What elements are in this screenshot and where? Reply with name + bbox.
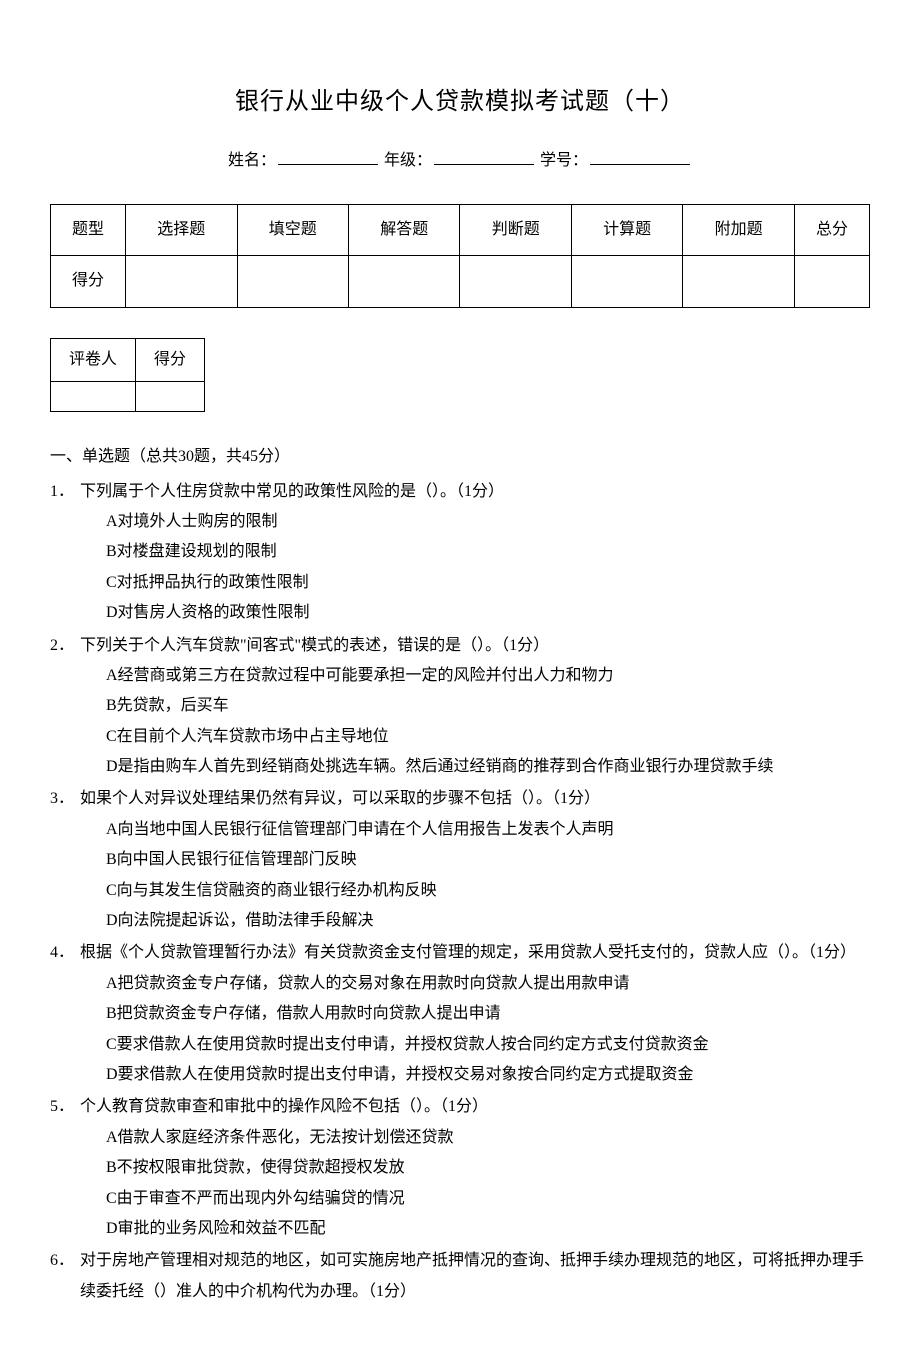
score-cell[interactable] [460, 256, 571, 307]
student-info-line: 姓名： 年级： 学号： [50, 146, 870, 176]
option: B对楼盘建设规划的限制 [106, 537, 870, 567]
option: C在目前个人汽车贷款市场中占主导地位 [106, 722, 870, 752]
question-line: 6．对于房地产管理相对规范的地区，如可实施房地产抵押情况的查询、抵押手续办理规范… [50, 1246, 870, 1307]
question-options: A借款人家庭经济条件恶化，无法按计划偿还贷款B不按权限审批贷款，使得贷款超授权发… [50, 1123, 870, 1245]
score-cell[interactable] [237, 256, 348, 307]
score-cell[interactable] [794, 256, 869, 307]
option: B不按权限审批贷款，使得贷款超授权发放 [106, 1153, 870, 1183]
score-row-label: 得分 [51, 256, 126, 307]
question-line: 2．下列关于个人汽车贷款"间客式"模式的表述，错误的是（）。（1分） [50, 631, 870, 661]
score-header-extra: 附加题 [683, 204, 794, 255]
question-options: A把贷款资金专户存储，贷款人的交易对象在用款时向贷款人提出用款申请B把贷款资金专… [50, 969, 870, 1091]
grader-header-person: 评卷人 [51, 338, 136, 381]
option: D要求借款人在使用贷款时提出支付申请，并授权交易对象按合同约定方式提取资金 [106, 1060, 870, 1090]
id-blank[interactable] [590, 149, 690, 165]
score-header-calc: 计算题 [571, 204, 682, 255]
question-options: A向当地中国人民银行征信管理部门申请在个人信用报告上发表个人声明B向中国人民银行… [50, 815, 870, 937]
grade-label: 年级： [384, 152, 432, 169]
option: B向中国人民银行征信管理部门反映 [106, 845, 870, 875]
score-header-choice: 选择题 [126, 204, 237, 255]
option: B把贷款资金专户存储，借款人用款时向贷款人提出申请 [106, 999, 870, 1029]
name-label: 姓名： [228, 152, 276, 169]
score-cell[interactable] [349, 256, 460, 307]
question-number: 2． [50, 631, 80, 661]
question-number: 6． [50, 1246, 80, 1276]
option: C对抵押品执行的政策性限制 [106, 568, 870, 598]
question: 3．如果个人对异议处理结果仍然有异议，可以采取的步骤不包括（）。（1分）A向当地… [50, 784, 870, 936]
question-line: 4．根据《个人贷款管理暂行办法》有关贷款资金支付管理的规定，采用贷款人受托支付的… [50, 938, 870, 968]
questions-container: 1．下列属于个人住房贷款中常见的政策性风险的是（）。（1分）A对境外人士购房的限… [50, 477, 870, 1308]
option: A把贷款资金专户存储，贷款人的交易对象在用款时向贷款人提出用款申请 [106, 969, 870, 999]
option: D是指由购车人首先到经销商处挑选车辆。然后通过经销商的推荐到合作商业银行办理贷款… [106, 752, 870, 782]
question-line: 3．如果个人对异议处理结果仍然有异议，可以采取的步骤不包括（）。（1分） [50, 784, 870, 814]
question: 5．个人教育贷款审查和审批中的操作风险不包括（）。（1分）A借款人家庭经济条件恶… [50, 1092, 870, 1244]
option: D对售房人资格的政策性限制 [106, 598, 870, 628]
score-header-judge: 判断题 [460, 204, 571, 255]
question: 2．下列关于个人汽车贷款"间客式"模式的表述，错误的是（）。（1分）A经营商或第… [50, 631, 870, 783]
question-number: 5． [50, 1092, 80, 1122]
score-table-value-row: 得分 [51, 256, 870, 307]
grader-score-cell[interactable] [136, 382, 205, 412]
question: 6．对于房地产管理相对规范的地区，如可实施房地产抵押情况的查询、抵押手续办理规范… [50, 1246, 870, 1307]
option: D向法院提起诉讼，借助法律手段解决 [106, 906, 870, 936]
score-header-type: 题型 [51, 204, 126, 255]
score-header-answer: 解答题 [349, 204, 460, 255]
score-table-header-row: 题型 选择题 填空题 解答题 判断题 计算题 附加题 总分 [51, 204, 870, 255]
name-blank[interactable] [278, 149, 378, 165]
question-text: 如果个人对异议处理结果仍然有异议，可以采取的步骤不包括（）。（1分） [80, 784, 870, 814]
question-number: 3． [50, 784, 80, 814]
option: C向与其发生信贷融资的商业银行经办机构反映 [106, 876, 870, 906]
question: 1．下列属于个人住房贷款中常见的政策性风险的是（）。（1分）A对境外人士购房的限… [50, 477, 870, 629]
exam-title: 银行从业中级个人贷款模拟考试题（十） [50, 80, 870, 126]
question-text: 下列关于个人汽车贷款"间客式"模式的表述，错误的是（）。（1分） [80, 631, 870, 661]
question-line: 5．个人教育贷款审查和审批中的操作风险不包括（）。（1分） [50, 1092, 870, 1122]
id-label: 学号： [540, 152, 588, 169]
score-cell[interactable] [571, 256, 682, 307]
question-text: 对于房地产管理相对规范的地区，如可实施房地产抵押情况的查询、抵押手续办理规范的地… [80, 1246, 870, 1307]
grader-table: 评卷人 得分 [50, 338, 205, 412]
question-options: A对境外人士购房的限制B对楼盘建设规划的限制C对抵押品执行的政策性限制D对售房人… [50, 507, 870, 629]
option: D审批的业务风险和效益不匹配 [106, 1214, 870, 1244]
grader-cell[interactable] [51, 382, 136, 412]
question-options: A经营商或第三方在贷款过程中可能要承担一定的风险并付出人力和物力B先贷款，后买车… [50, 661, 870, 783]
question-number: 1． [50, 477, 80, 507]
question-text: 个人教育贷款审查和审批中的操作风险不包括（）。（1分） [80, 1092, 870, 1122]
score-cell[interactable] [126, 256, 237, 307]
question-number: 4． [50, 938, 80, 968]
option: C由于审查不严而出现内外勾结骗贷的情况 [106, 1184, 870, 1214]
question-text: 根据《个人贷款管理暂行办法》有关贷款资金支付管理的规定，采用贷款人受托支付的，贷… [80, 938, 870, 968]
option: C要求借款人在使用贷款时提出支付申请，并授权贷款人按合同约定方式支付贷款资金 [106, 1030, 870, 1060]
option: A借款人家庭经济条件恶化，无法按计划偿还贷款 [106, 1123, 870, 1153]
option: B先贷款，后买车 [106, 691, 870, 721]
question-text: 下列属于个人住房贷款中常见的政策性风险的是（）。（1分） [80, 477, 870, 507]
option: A经营商或第三方在贷款过程中可能要承担一定的风险并付出人力和物力 [106, 661, 870, 691]
score-header-fill: 填空题 [237, 204, 348, 255]
question: 4．根据《个人贷款管理暂行办法》有关贷款资金支付管理的规定，采用贷款人受托支付的… [50, 938, 870, 1090]
grader-header-score: 得分 [136, 338, 205, 381]
option: A向当地中国人民银行征信管理部门申请在个人信用报告上发表个人声明 [106, 815, 870, 845]
score-header-total: 总分 [794, 204, 869, 255]
score-table: 题型 选择题 填空题 解答题 判断题 计算题 附加题 总分 得分 [50, 204, 870, 308]
score-cell[interactable] [683, 256, 794, 307]
question-line: 1．下列属于个人住房贷款中常见的政策性风险的是（）。（1分） [50, 477, 870, 507]
section-title: 一、单选题（总共30题，共45分） [50, 442, 870, 472]
grade-blank[interactable] [434, 149, 534, 165]
option: A对境外人士购房的限制 [106, 507, 870, 537]
